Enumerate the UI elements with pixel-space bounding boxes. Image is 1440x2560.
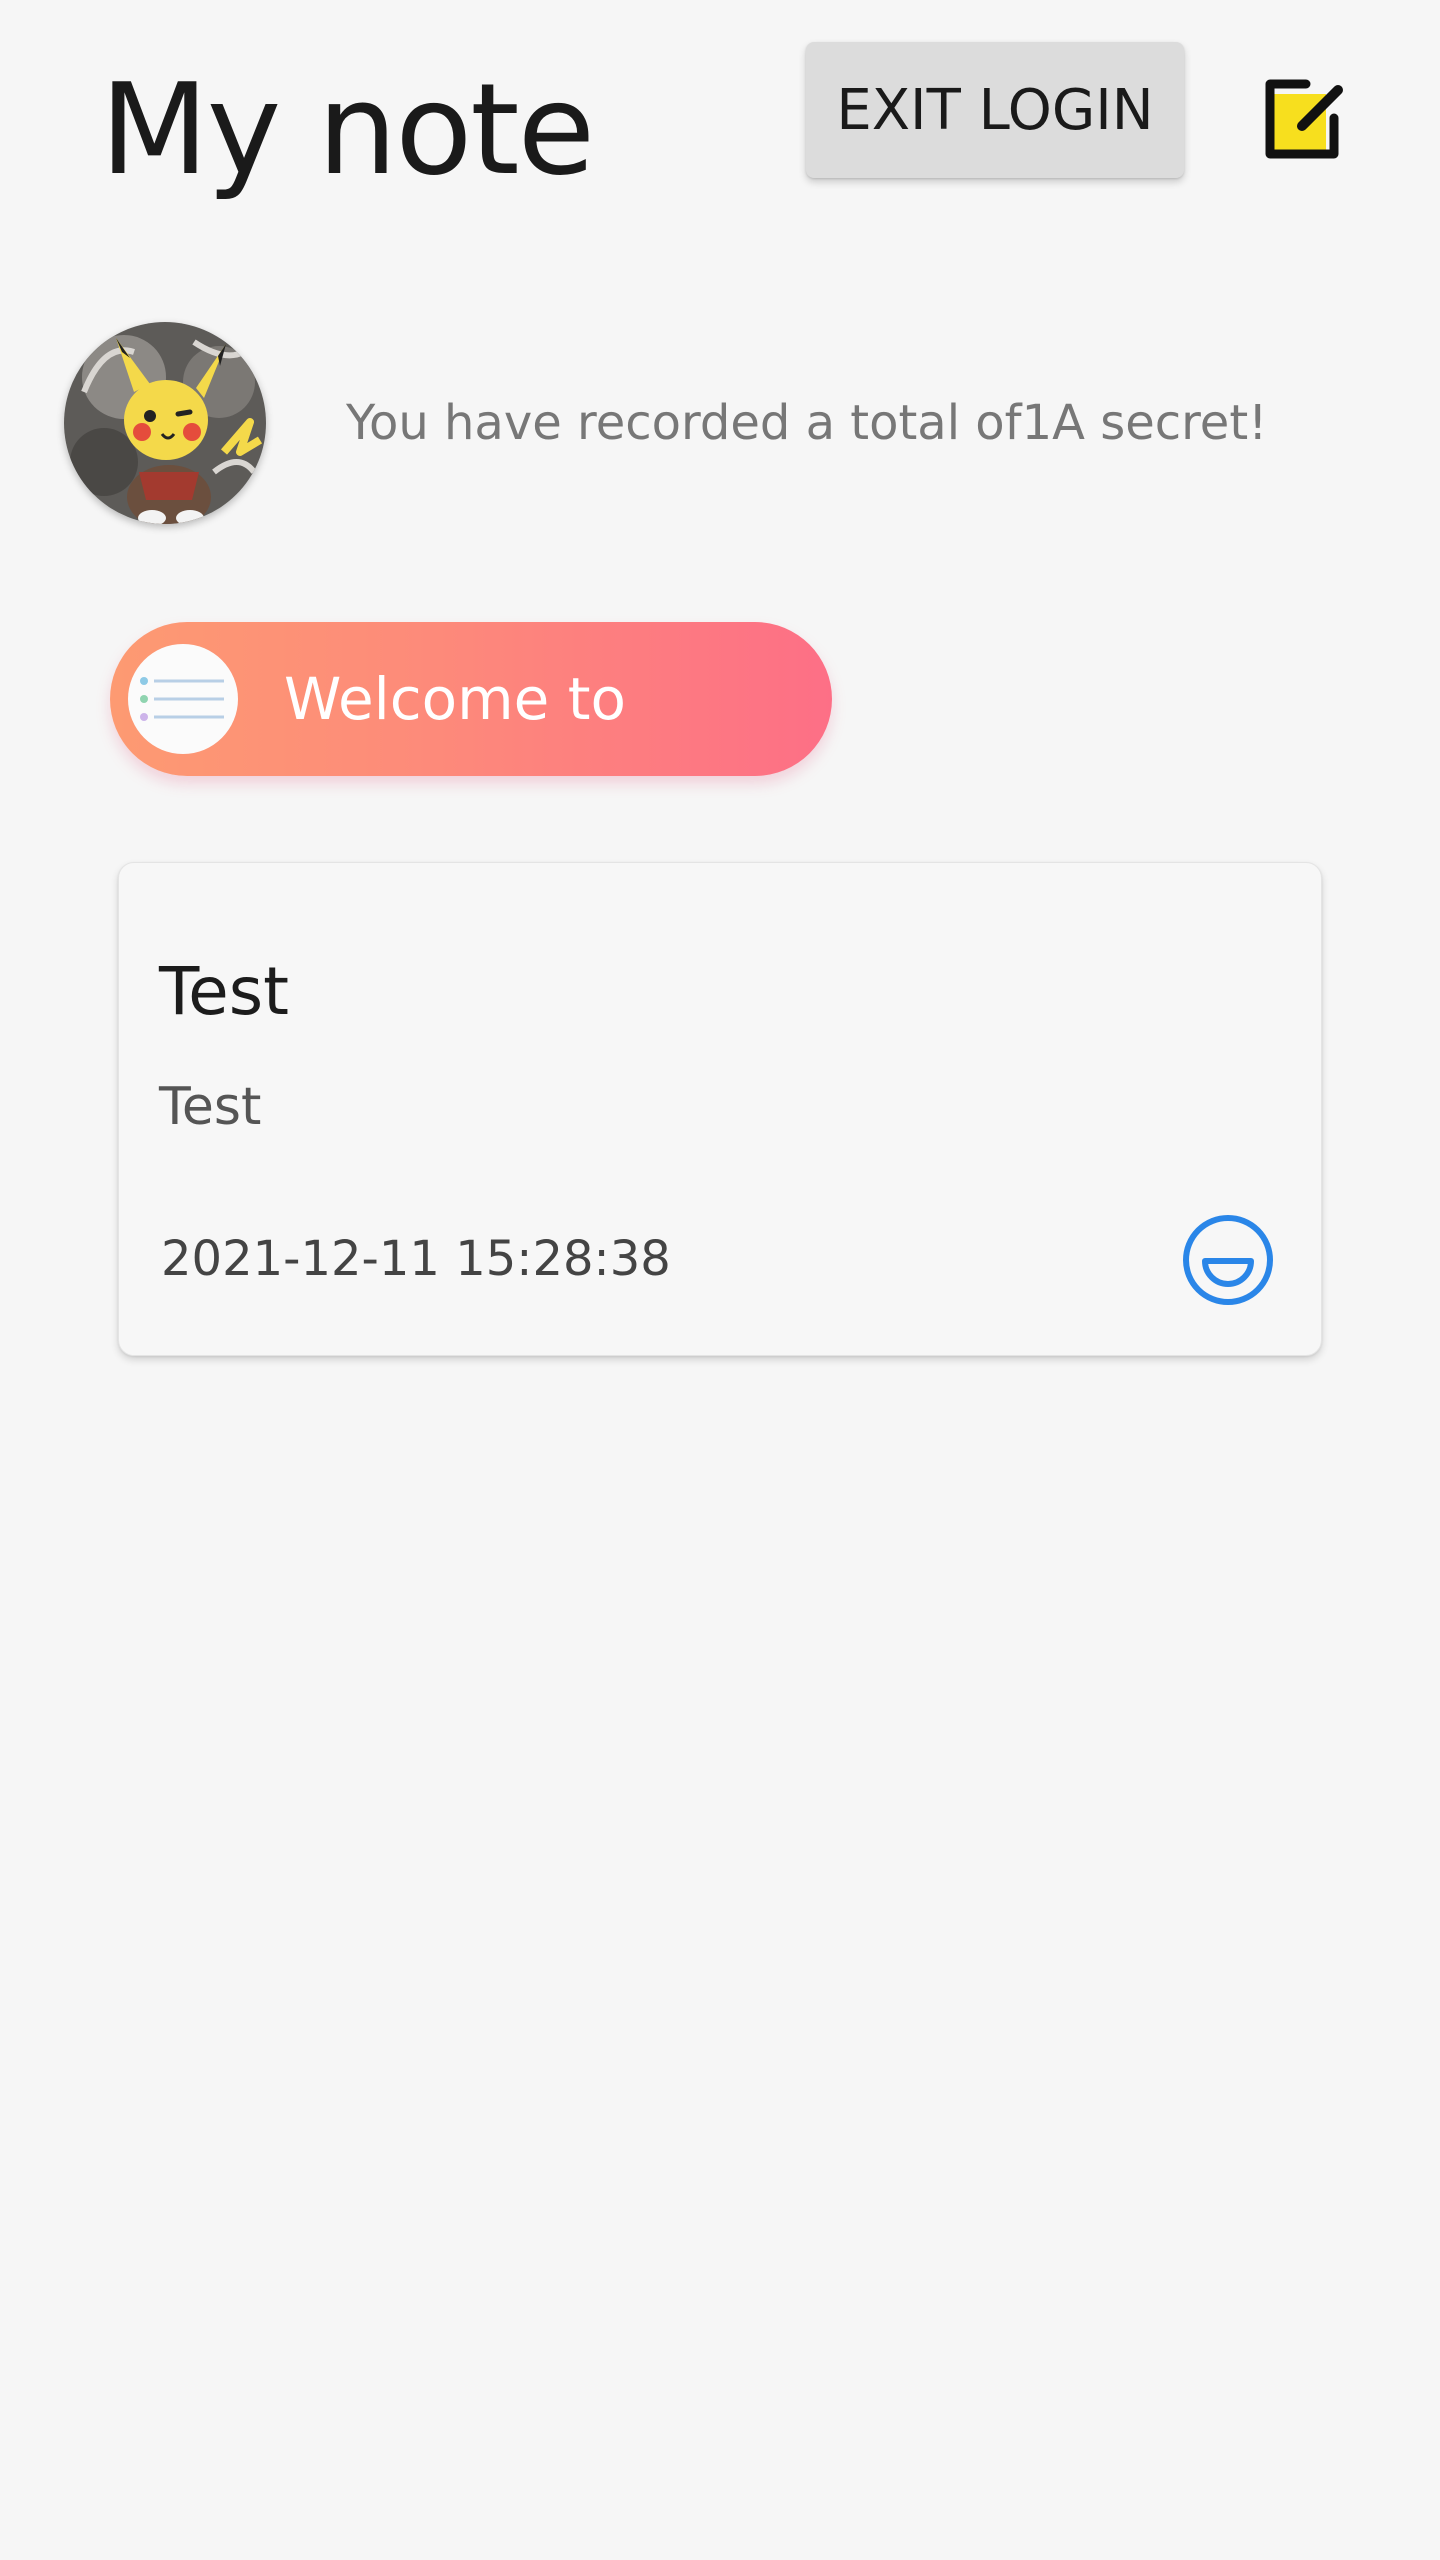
welcome-label: Welcome to — [284, 665, 626, 733]
notes-count-text: You have recorded a total of1A secret! — [346, 395, 1268, 451]
avatar[interactable] — [64, 322, 266, 524]
main-page: My note EXIT LOGIN You have recorded a t… — [0, 0, 1440, 2560]
note-card[interactable]: Test Test 2021-12-11 15:28:38 — [118, 862, 1322, 1356]
smile-icon — [1181, 1213, 1275, 1307]
list-icon — [128, 644, 238, 754]
page-title: My note — [100, 56, 595, 203]
note-date: 2021-12-11 15:28:38 — [161, 1231, 671, 1287]
note-title: Test — [159, 953, 289, 1030]
note-body: Test — [159, 1077, 262, 1137]
welcome-banner[interactable]: Welcome to — [110, 622, 832, 776]
exit-login-button[interactable]: EXIT LOGIN — [806, 42, 1184, 178]
edit-note-icon[interactable] — [1262, 76, 1348, 162]
